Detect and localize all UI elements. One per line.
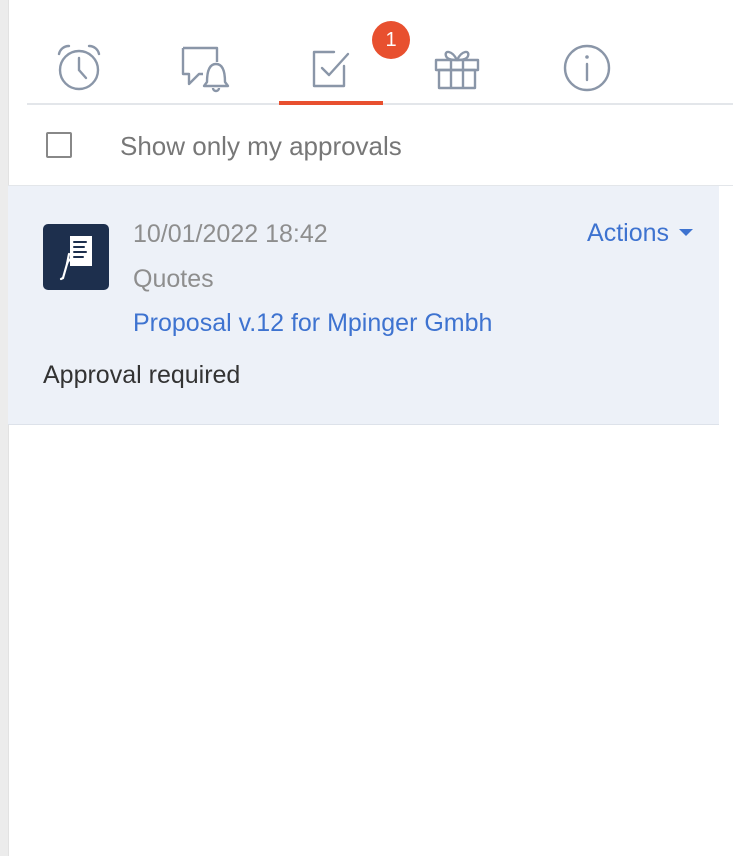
show-only-my-approvals-checkbox[interactable] bbox=[46, 132, 72, 158]
approval-datetime: 10/01/2022 18:42 bbox=[133, 220, 328, 248]
approvals-filter: Show only my approvals bbox=[8, 105, 733, 186]
caret-down-icon bbox=[679, 228, 693, 236]
show-only-my-approvals-label[interactable]: Show only my approvals bbox=[120, 131, 402, 162]
approval-status: Approval required bbox=[43, 361, 241, 389]
document-hand-icon bbox=[43, 224, 109, 290]
tab-reminders[interactable] bbox=[27, 0, 131, 103]
tab-notifications[interactable] bbox=[153, 0, 257, 103]
actions-label: Actions bbox=[587, 219, 669, 247]
approval-check-icon bbox=[312, 50, 350, 88]
approval-module: Quotes bbox=[133, 265, 214, 293]
tab-info[interactable] bbox=[535, 0, 639, 103]
info-icon bbox=[563, 44, 611, 92]
tab-bar: 1 bbox=[27, 0, 733, 105]
chat-bell-icon bbox=[181, 46, 230, 93]
actions-dropdown[interactable]: Actions bbox=[587, 219, 693, 248]
approvals-count-badge: 1 bbox=[372, 21, 410, 59]
approval-record-link[interactable]: Proposal v.12 for Mpinger Gmbh bbox=[133, 309, 492, 338]
tab-approvals[interactable] bbox=[279, 0, 383, 105]
tab-whats-new[interactable] bbox=[405, 0, 509, 103]
gift-icon bbox=[434, 50, 480, 90]
alarm-clock-icon bbox=[57, 44, 101, 91]
approval-item: 10/01/2022 18:42 Quotes Proposal v.12 fo… bbox=[8, 186, 719, 425]
